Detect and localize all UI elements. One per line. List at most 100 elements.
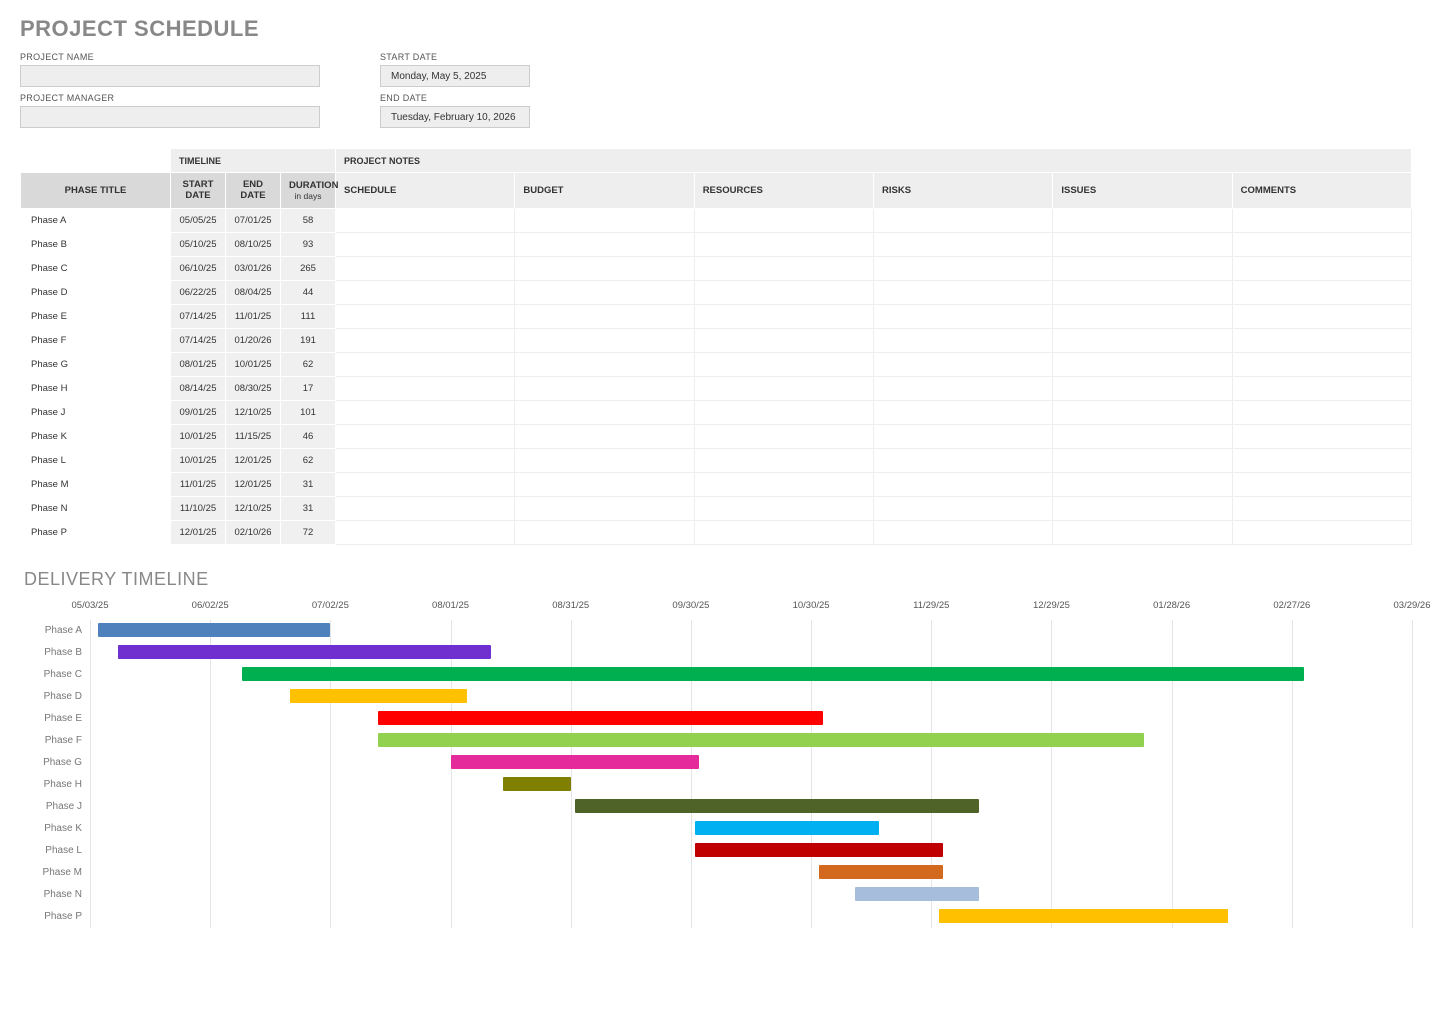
cell-resources[interactable] <box>694 496 873 520</box>
cell-schedule[interactable] <box>336 400 515 424</box>
cell-duration[interactable]: 62 <box>281 448 336 472</box>
cell-comments[interactable] <box>1232 424 1411 448</box>
cell-duration[interactable]: 62 <box>281 352 336 376</box>
cell-resources[interactable] <box>694 352 873 376</box>
cell-phase[interactable]: Phase J <box>21 400 171 424</box>
cell-phase[interactable]: Phase H <box>21 376 171 400</box>
cell-risks[interactable] <box>874 496 1053 520</box>
cell-budget[interactable] <box>515 424 694 448</box>
cell-end[interactable]: 08/10/25 <box>226 232 281 256</box>
cell-issues[interactable] <box>1053 376 1232 400</box>
cell-end[interactable]: 01/20/26 <box>226 328 281 352</box>
cell-phase[interactable]: Phase P <box>21 520 171 544</box>
cell-risks[interactable] <box>874 424 1053 448</box>
cell-resources[interactable] <box>694 304 873 328</box>
cell-duration[interactable]: 101 <box>281 400 336 424</box>
cell-start[interactable]: 10/01/25 <box>171 424 226 448</box>
cell-schedule[interactable] <box>336 352 515 376</box>
cell-risks[interactable] <box>874 472 1053 496</box>
cell-start[interactable]: 08/14/25 <box>171 376 226 400</box>
cell-issues[interactable] <box>1053 208 1232 232</box>
cell-schedule[interactable] <box>336 448 515 472</box>
cell-comments[interactable] <box>1232 280 1411 304</box>
cell-comments[interactable] <box>1232 328 1411 352</box>
cell-issues[interactable] <box>1053 520 1232 544</box>
cell-schedule[interactable] <box>336 304 515 328</box>
cell-end[interactable]: 11/15/25 <box>226 424 281 448</box>
project-name-input[interactable] <box>20 65 320 87</box>
cell-phase[interactable]: Phase N <box>21 496 171 520</box>
cell-schedule[interactable] <box>336 472 515 496</box>
cell-start[interactable]: 06/22/25 <box>171 280 226 304</box>
cell-end[interactable]: 12/01/25 <box>226 448 281 472</box>
cell-duration[interactable]: 31 <box>281 496 336 520</box>
cell-duration[interactable]: 265 <box>281 256 336 280</box>
cell-end[interactable]: 12/01/25 <box>226 472 281 496</box>
cell-end[interactable]: 11/01/25 <box>226 304 281 328</box>
cell-budget[interactable] <box>515 400 694 424</box>
cell-resources[interactable] <box>694 328 873 352</box>
cell-issues[interactable] <box>1053 280 1232 304</box>
cell-comments[interactable] <box>1232 376 1411 400</box>
cell-issues[interactable] <box>1053 472 1232 496</box>
cell-end[interactable]: 08/30/25 <box>226 376 281 400</box>
cell-comments[interactable] <box>1232 472 1411 496</box>
cell-budget[interactable] <box>515 376 694 400</box>
cell-risks[interactable] <box>874 520 1053 544</box>
cell-budget[interactable] <box>515 520 694 544</box>
cell-duration[interactable]: 31 <box>281 472 336 496</box>
cell-end[interactable]: 10/01/25 <box>226 352 281 376</box>
cell-budget[interactable] <box>515 472 694 496</box>
cell-comments[interactable] <box>1232 448 1411 472</box>
cell-start[interactable]: 07/14/25 <box>171 304 226 328</box>
cell-phase[interactable]: Phase C <box>21 256 171 280</box>
cell-duration[interactable]: 93 <box>281 232 336 256</box>
cell-risks[interactable] <box>874 376 1053 400</box>
cell-resources[interactable] <box>694 424 873 448</box>
cell-issues[interactable] <box>1053 400 1232 424</box>
cell-end[interactable]: 12/10/25 <box>226 496 281 520</box>
cell-risks[interactable] <box>874 352 1053 376</box>
cell-start[interactable]: 09/01/25 <box>171 400 226 424</box>
cell-duration[interactable]: 58 <box>281 208 336 232</box>
cell-comments[interactable] <box>1232 400 1411 424</box>
cell-duration[interactable]: 17 <box>281 376 336 400</box>
cell-budget[interactable] <box>515 328 694 352</box>
cell-risks[interactable] <box>874 232 1053 256</box>
cell-resources[interactable] <box>694 400 873 424</box>
cell-phase[interactable]: Phase B <box>21 232 171 256</box>
cell-risks[interactable] <box>874 304 1053 328</box>
start-date-input[interactable]: Monday, May 5, 2025 <box>380 65 530 87</box>
cell-risks[interactable] <box>874 208 1053 232</box>
cell-budget[interactable] <box>515 496 694 520</box>
cell-end[interactable]: 08/04/25 <box>226 280 281 304</box>
cell-resources[interactable] <box>694 376 873 400</box>
cell-risks[interactable] <box>874 400 1053 424</box>
cell-issues[interactable] <box>1053 328 1232 352</box>
cell-issues[interactable] <box>1053 496 1232 520</box>
cell-start[interactable]: 06/10/25 <box>171 256 226 280</box>
cell-risks[interactable] <box>874 256 1053 280</box>
cell-resources[interactable] <box>694 520 873 544</box>
cell-schedule[interactable] <box>336 520 515 544</box>
cell-issues[interactable] <box>1053 448 1232 472</box>
cell-start[interactable]: 11/10/25 <box>171 496 226 520</box>
cell-resources[interactable] <box>694 280 873 304</box>
cell-phase[interactable]: Phase L <box>21 448 171 472</box>
cell-phase[interactable]: Phase E <box>21 304 171 328</box>
cell-budget[interactable] <box>515 280 694 304</box>
cell-phase[interactable]: Phase F <box>21 328 171 352</box>
cell-start[interactable]: 10/01/25 <box>171 448 226 472</box>
cell-end[interactable]: 12/10/25 <box>226 400 281 424</box>
cell-issues[interactable] <box>1053 424 1232 448</box>
cell-resources[interactable] <box>694 208 873 232</box>
cell-budget[interactable] <box>515 256 694 280</box>
cell-start[interactable]: 05/10/25 <box>171 232 226 256</box>
cell-budget[interactable] <box>515 448 694 472</box>
cell-budget[interactable] <box>515 304 694 328</box>
cell-start[interactable]: 08/01/25 <box>171 352 226 376</box>
cell-end[interactable]: 02/10/26 <box>226 520 281 544</box>
cell-end[interactable]: 03/01/26 <box>226 256 281 280</box>
cell-phase[interactable]: Phase G <box>21 352 171 376</box>
cell-resources[interactable] <box>694 256 873 280</box>
